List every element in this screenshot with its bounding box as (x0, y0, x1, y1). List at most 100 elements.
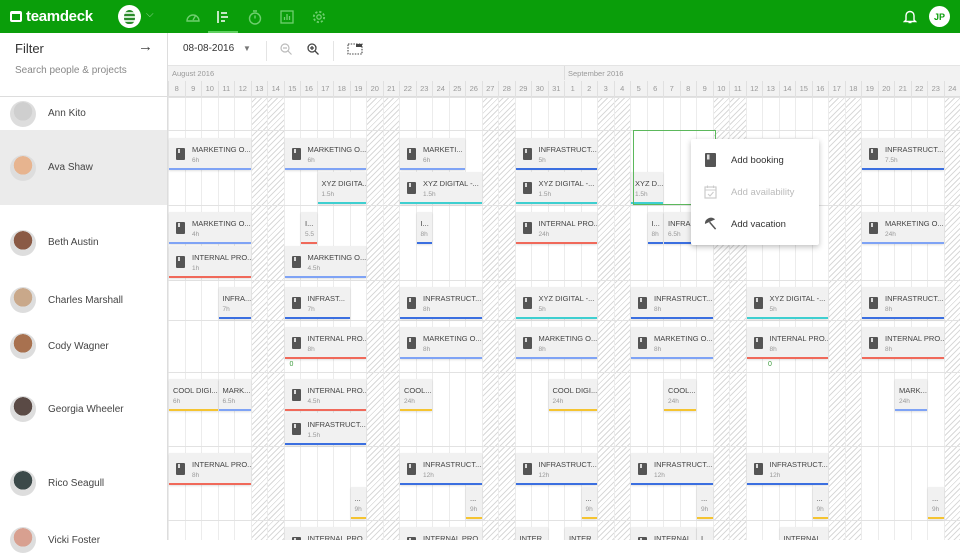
booking[interactable]: INFRASTRUCT...1.5h (285, 413, 367, 445)
booking[interactable]: INTERNAL PRO... (400, 527, 482, 540)
booking[interactable]: XYZ DIGITAL -...1.5h (400, 172, 482, 204)
chevron-down-icon[interactable]: ⌵ (146, 9, 154, 20)
booking[interactable]: MARKETING O...4h (169, 212, 251, 244)
caret-down-icon[interactable]: ▼ (243, 44, 251, 53)
booking[interactable]: INFRASTRUCT...12h (747, 453, 829, 485)
booking[interactable]: I...8h (417, 212, 433, 244)
day-label[interactable]: 25 (449, 81, 466, 97)
search-input[interactable]: Search people & projects (15, 65, 127, 76)
booking[interactable]: INTERNAL PRO...24h (516, 212, 598, 244)
day-label[interactable]: 28 (498, 81, 515, 97)
booking[interactable]: INTERNAL PRO...8h (747, 327, 829, 359)
user-avatar[interactable]: JP (929, 6, 950, 27)
person-row[interactable]: Cody Wagner (0, 320, 167, 372)
person-row[interactable]: Georgia Wheeler (0, 372, 167, 446)
day-label[interactable]: 8 (680, 81, 697, 97)
menu-item-add-availability[interactable]: Add availability (691, 176, 819, 208)
day-label[interactable]: 17 (317, 81, 334, 97)
booking[interactable]: MARK...24h (895, 379, 927, 411)
booking[interactable]: XYZ DIGITA...1.5h (318, 172, 367, 204)
day-label[interactable]: 10 (713, 81, 730, 97)
booking[interactable]: MARKETING O...24h (862, 212, 944, 244)
day-label[interactable]: 21 (383, 81, 400, 97)
day-label[interactable]: 16 (300, 81, 317, 97)
day-label[interactable]: 3 (597, 81, 614, 97)
day-label[interactable]: 15 (284, 81, 301, 97)
booking[interactable]: ...9h (813, 487, 829, 519)
zoom-out-button[interactable] (279, 42, 293, 56)
fit-view-button[interactable] (347, 42, 363, 56)
day-label[interactable]: 12 (234, 81, 251, 97)
booking[interactable]: INFRASTRUCT...8h (400, 287, 482, 319)
booking[interactable]: INTER... (565, 527, 597, 540)
day-label[interactable]: 18 (333, 81, 350, 97)
person-row[interactable]: Vicki Foster (0, 520, 167, 560)
schedule-grid[interactable]: MARKETING O...6hMARKETING O...6hMARKETI.… (168, 97, 960, 540)
day-label[interactable]: 31 (548, 81, 565, 97)
booking[interactable]: INFRASTRUCT...12h (631, 453, 713, 485)
day-label[interactable]: 13 (762, 81, 779, 97)
day-label[interactable]: 9 (185, 81, 202, 97)
booking[interactable]: INFRASTRUCT...12h (516, 453, 598, 485)
day-label[interactable]: 19 (861, 81, 878, 97)
booking[interactable]: COOL DIGI...6h (169, 379, 218, 411)
day-label[interactable]: 22 (399, 81, 416, 97)
zoom-in-button[interactable] (306, 42, 320, 56)
workspace-avatar[interactable] (118, 5, 141, 28)
teamdeck-logo[interactable]: teamdeck (10, 8, 93, 25)
day-label[interactable]: 23 (927, 81, 944, 97)
day-label[interactable]: 11 (729, 81, 746, 97)
booking[interactable]: XYZ DIGITAL -...1.5h (516, 172, 598, 204)
day-label[interactable]: 13 (251, 81, 268, 97)
nav-timesheets[interactable] (238, 0, 272, 33)
day-label[interactable]: 21 (894, 81, 911, 97)
nav-dashboard[interactable] (176, 0, 210, 33)
day-label[interactable]: 29 (515, 81, 532, 97)
booking[interactable]: COOL...24h (664, 379, 696, 411)
nav-settings[interactable] (302, 0, 336, 33)
booking[interactable]: INFRAST...7h (285, 287, 350, 319)
menu-item-add-vacation[interactable]: Add vacation (691, 208, 819, 240)
booking[interactable]: INTERNAL PRO...1h (169, 246, 251, 278)
booking[interactable]: COOL DIGI...24h (549, 379, 598, 411)
booking[interactable]: ...9h (351, 487, 367, 519)
day-label[interactable]: 4 (614, 81, 631, 97)
booking[interactable]: MARKETI...6h (400, 138, 465, 170)
booking[interactable]: ...9h (582, 487, 598, 519)
notifications-button[interactable] (903, 9, 917, 29)
day-label[interactable]: 6 (647, 81, 664, 97)
booking[interactable]: MARK...6.5h (219, 379, 251, 411)
day-label[interactable]: 19 (350, 81, 367, 97)
day-label[interactable]: 18 (845, 81, 862, 97)
booking[interactable]: INFRASTRUCT...7.5h (862, 138, 944, 170)
booking[interactable]: I...8h (648, 212, 664, 244)
nav-planner[interactable] (206, 0, 240, 33)
menu-item-add-booking[interactable]: Add booking (691, 144, 819, 176)
collapse-filter-button[interactable]: → (138, 38, 153, 55)
day-label[interactable]: 23 (416, 81, 433, 97)
booking[interactable]: INTERNAL PRO...8h (285, 327, 367, 359)
date-picker[interactable]: 08-08-2016 (183, 43, 234, 54)
day-label[interactable]: 10 (201, 81, 218, 97)
booking[interactable]: INTERNAL PRO...8h (862, 327, 944, 359)
booking[interactable]: INFRASTRUCT...8h (862, 287, 944, 319)
person-row[interactable]: Rico Seagull (0, 446, 167, 520)
person-row[interactable]: Ava Shaw (0, 130, 167, 205)
booking[interactable]: ...9h (928, 487, 944, 519)
day-label[interactable]: 9 (696, 81, 713, 97)
booking[interactable]: MARKETING O...6h (285, 138, 367, 170)
day-label[interactable]: 7 (663, 81, 680, 97)
booking[interactable]: INTERNAL... (631, 527, 696, 540)
day-label[interactable]: 14 (267, 81, 284, 97)
booking[interactable]: INTERNAL PRO...4.5h (285, 379, 367, 411)
day-label[interactable]: 24 (944, 81, 960, 97)
booking[interactable]: INFRASTRUCT...5h (516, 138, 598, 170)
person-row[interactable]: Ann Kito (0, 97, 167, 130)
day-label[interactable]: 1 (564, 81, 581, 97)
booking[interactable]: COOL...24h (400, 379, 432, 411)
day-label[interactable]: 30 (531, 81, 548, 97)
nav-reports[interactable] (270, 0, 304, 33)
day-label[interactable]: 5 (630, 81, 647, 97)
booking[interactable]: I... (697, 527, 713, 540)
day-label[interactable]: 27 (482, 81, 499, 97)
